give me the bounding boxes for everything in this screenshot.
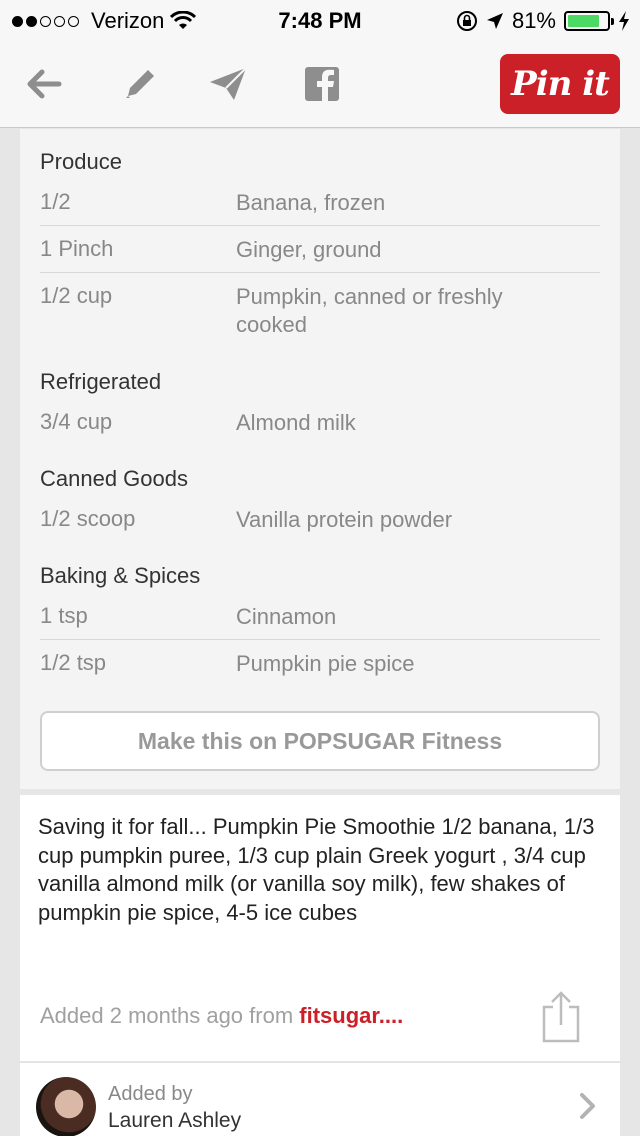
source-link[interactable]: fitsugar.... [299, 1003, 403, 1028]
battery-icon [564, 11, 614, 31]
ingredient-name: Cinnamon [236, 604, 337, 629]
ingredient-name: Banana, frozen [236, 190, 386, 215]
pin-description: Saving it for fall... Pumpkin Pie Smooth… [38, 814, 595, 925]
added-by-row[interactable]: Added by Lauren Ashley [20, 1062, 620, 1136]
added-meta: Added 2 months ago from fitsugar.... [40, 1003, 403, 1029]
ingredient-qty: 1/2 scoop [40, 506, 136, 531]
row-divider [40, 225, 600, 226]
facebook-icon[interactable] [300, 62, 344, 106]
section-title-produce: Produce [40, 149, 122, 174]
description-card: Saving it for fall... Pumpkin Pie Smooth… [20, 795, 620, 1061]
added-by-label: Added by [108, 1083, 193, 1105]
section-title-baking-spices: Baking & Spices [40, 563, 201, 588]
share-icon[interactable] [540, 991, 582, 1043]
rotation-lock-icon [456, 11, 477, 31]
ingredient-name: Pumpkin, canned or freshly cooked [236, 284, 503, 337]
ingredient-name: Vanilla protein powder [236, 507, 453, 532]
added-time-text: Added 2 months ago from [40, 1003, 300, 1028]
chevron-right-icon[interactable] [578, 1091, 598, 1121]
row-divider [40, 639, 600, 640]
ingredient-qty: 1 tsp [40, 603, 88, 628]
ingredient-name: Ginger, ground [236, 237, 382, 262]
toolbar: Pin it [0, 40, 640, 128]
status-right: 81% [456, 8, 630, 34]
pin-it-button[interactable]: Pin it [500, 54, 620, 114]
row-divider [40, 272, 600, 273]
ingredients-card: Produce 1/2 Banana, frozen 1 Pinch Ginge… [20, 129, 620, 789]
battery-percent: 81% [511, 8, 556, 33]
avatar[interactable] [36, 1077, 96, 1136]
send-icon[interactable] [206, 62, 250, 106]
pencil-icon[interactable] [118, 62, 162, 106]
section-title-refrigerated: Refrigerated [40, 369, 162, 394]
ingredient-name: Pumpkin pie spice [236, 651, 415, 676]
ingredient-qty: 1/2 tsp [40, 650, 107, 675]
ingredient-name: Almond milk [236, 410, 356, 435]
battery-fill [568, 15, 599, 27]
ingredient-qty: 1/2 [40, 189, 71, 214]
back-arrow-icon[interactable] [22, 62, 66, 106]
section-title-canned-goods: Canned Goods [40, 466, 188, 491]
charging-bolt-icon [619, 11, 629, 31]
ingredient-qty: 1 Pinch [40, 236, 114, 261]
ingredient-qty: 3/4 cup [40, 409, 113, 434]
make-this-button[interactable]: Make this on POPSUGAR Fitness [40, 711, 600, 771]
added-by-name[interactable]: Lauren Ashley [108, 1109, 241, 1133]
ingredient-qty: 1/2 cup [40, 283, 113, 308]
location-arrow-icon [486, 13, 503, 29]
status-bar: Verizon 7:48 PM 81% [0, 0, 640, 40]
